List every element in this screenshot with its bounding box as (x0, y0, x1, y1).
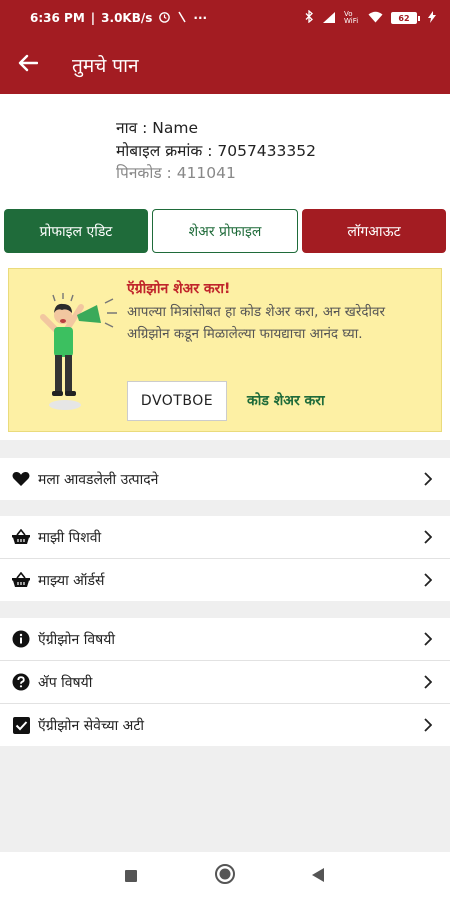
alarm-icon (158, 10, 171, 26)
back-button[interactable] (0, 36, 56, 94)
status-bar: 6:36 PM | 3.0KB/s ··· Vo WiFi 62 (0, 0, 450, 36)
app-bar: तुमचे पान (0, 36, 450, 94)
megaphone-person-illustration (40, 293, 117, 410)
chevron-right-icon (424, 529, 434, 545)
basket-icon (12, 528, 30, 546)
menu-item-terms[interactable]: ऍग्रीझोन सेवेच्या अटी (0, 704, 450, 746)
menu-item-about-agrizone[interactable]: ऍग्रीझोन विषयी (0, 618, 450, 660)
info-icon (12, 630, 30, 648)
wifi-icon (368, 11, 383, 26)
menu-label-bag: माझी पिशवी (38, 529, 102, 546)
menu-label-terms: ऍग्रीझोन सेवेच्या अटी (38, 717, 145, 734)
status-speed: 3.0KB/s (101, 11, 153, 25)
referral-description: आपल्या मित्रांसोबत हा कोड शेअर करा, अन ख… (127, 304, 386, 342)
battery-level: 62 (391, 12, 417, 24)
menu-label-about-agrizone: ऍग्रीझोन विषयी (38, 631, 115, 648)
circle-icon (214, 863, 236, 889)
profile-actions: प्रोफाइल एडिट शेअर प्रोफाइल लॉगआऊट (0, 196, 450, 268)
square-icon (125, 867, 137, 886)
cell-signal-icon (322, 11, 336, 26)
bluetooth-icon (305, 9, 314, 26)
menu-label-about-app: ॲप विषयी (38, 674, 93, 691)
logout-button[interactable]: लॉगआऊट (302, 209, 446, 253)
page-title: तुमचे पान (72, 55, 139, 77)
chevron-right-icon (424, 717, 434, 733)
chevron-right-icon (424, 572, 434, 588)
chevron-right-icon (424, 471, 434, 487)
system-nav-bar (0, 852, 450, 900)
profile-name: नाव : Name (116, 119, 199, 137)
vowifi-icon: Vo WiFi (344, 10, 359, 25)
menu-label-orders: माझ्या ऑर्डर्स (38, 572, 105, 589)
status-separator: | (90, 11, 96, 25)
share-profile-button[interactable]: शेअर प्रोफाइल (152, 209, 298, 253)
menu-item-orders[interactable]: माझ्या ऑर्डर्स (0, 559, 450, 601)
heart-icon (12, 470, 30, 488)
referral-title: ऍग्रीझोन शेअर करा! (127, 281, 231, 297)
battery-icon: 62 (391, 12, 420, 24)
referral-code: DVOTBOE (127, 381, 227, 421)
status-time: 6:36 PM (30, 11, 85, 25)
arrow-left-icon (18, 54, 39, 76)
charging-icon (428, 10, 436, 26)
recents-button[interactable] (119, 864, 143, 888)
referral-section: ऍग्रीझोन शेअर करा! आपल्या मित्रांसोबत हा… (0, 268, 450, 440)
back-nav-button[interactable] (306, 864, 330, 888)
signal-slash-icon (177, 11, 187, 26)
menu-label-favorites: मला आवडलेली उत्पादने (38, 471, 159, 488)
home-button[interactable] (213, 864, 237, 888)
basket-icon (12, 571, 30, 589)
edit-profile-button[interactable]: प्रोफाइल एडिट (4, 209, 148, 253)
menu-item-favorites[interactable]: मला आवडलेली उत्पादने (0, 458, 450, 500)
status-left: 6:36 PM | 3.0KB/s ··· (30, 10, 207, 26)
checkbox-icon (12, 716, 30, 734)
triangle-back-icon (312, 867, 324, 886)
chevron-right-icon (424, 674, 434, 690)
profile-mobile: मोबाइल क्रमांक : 7057433352 (116, 142, 316, 160)
referral-card: ऍग्रीझोन शेअर करा! आपल्या मित्रांसोबत हा… (8, 268, 442, 432)
status-right: Vo WiFi 62 (305, 9, 436, 26)
status-overflow: ··· (193, 11, 208, 25)
menu-item-bag[interactable]: माझी पिशवी (0, 516, 450, 558)
menu-item-about-app[interactable]: ॲप विषयी (0, 661, 450, 703)
chevron-right-icon (424, 631, 434, 647)
profile-pincode: पिनकोड : 411041 (116, 164, 236, 182)
share-code-link[interactable]: कोड शेअर करा (247, 391, 325, 410)
battery-tip (418, 15, 420, 21)
profile-info: नाव : Name मोबाइल क्रमांक : 7057433352 प… (0, 94, 450, 196)
question-icon (12, 673, 30, 691)
